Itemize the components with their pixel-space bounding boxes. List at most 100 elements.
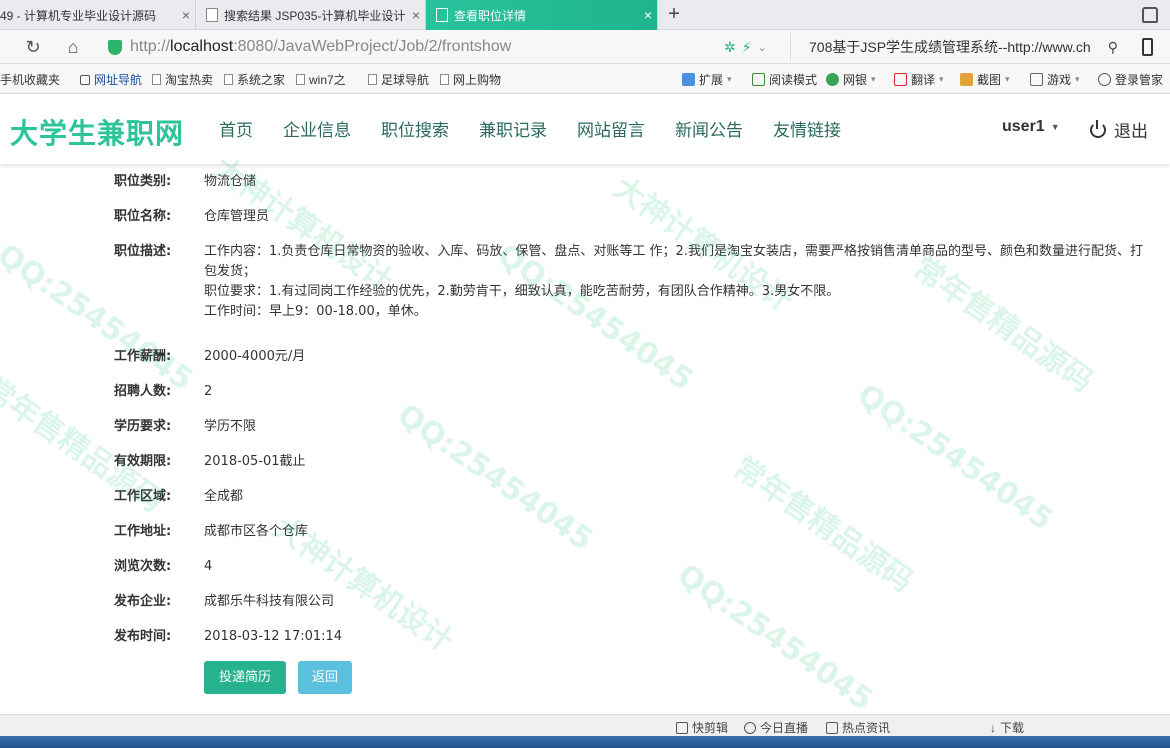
nav-news[interactable]: 新闻公告	[675, 116, 743, 141]
field-label: 职位描述:	[114, 244, 172, 259]
chevron-down-icon: ▾	[939, 74, 944, 84]
bookmark-item[interactable]: 网上购物	[440, 71, 501, 88]
address-bar[interactable]: http://localhost:8080/JavaWebProject/Job…	[102, 33, 776, 61]
tool-games[interactable]: 游戏 ▾	[1030, 71, 1080, 88]
detail-row-publish-time: 发布时间: 2018-03-12 17:01:14	[114, 627, 342, 647]
chevron-down-icon: ▾	[727, 74, 732, 84]
action-buttons: 投递简历 返回	[204, 661, 352, 694]
status-label: 下载	[1000, 721, 1025, 735]
nav-job-search[interactable]: 职位搜索	[381, 116, 449, 141]
detail-row-category: 职位类别: 物流仓储	[114, 172, 256, 192]
power-icon	[1090, 119, 1106, 138]
phone-icon[interactable]	[1142, 38, 1153, 56]
document-icon	[224, 74, 233, 85]
status-quick-cut[interactable]: 快剪辑	[676, 719, 728, 736]
status-hot-news[interactable]: 热点资讯	[826, 719, 890, 736]
download-icon: ↓	[990, 720, 996, 735]
bookmark-label: 手机收藏夹	[0, 73, 61, 87]
logout-button[interactable]: 退出	[1090, 117, 1148, 142]
field-value: 4	[204, 559, 213, 574]
reload-icon[interactable]: ↻	[22, 36, 44, 58]
submit-resume-button[interactable]: 投递简历	[204, 661, 286, 694]
tool-bank[interactable]: 网银 ▾	[826, 71, 876, 88]
detail-row-salary: 工作薪酬: 2000-4000元/月	[114, 347, 305, 367]
field-value: 2018-03-12 17:01:14	[204, 629, 343, 644]
tool-label: 翻译	[911, 73, 936, 87]
job-detail: 职位类别: 物流仓储 职位名称: 仓库管理员 职位描述: 工作内容：1.负责仓库…	[0, 164, 1170, 714]
bookmark-label: 淘宝热卖	[165, 73, 214, 87]
tool-reading-mode[interactable]: 阅读模式	[752, 71, 817, 88]
bookmark-item[interactable]: win7之	[296, 71, 346, 88]
field-value: 成都乐牛科技有限公司	[204, 594, 335, 609]
tool-label: 游戏	[1047, 73, 1072, 87]
status-download[interactable]: ↓ 下载	[990, 719, 1024, 736]
status-label: 快剪辑	[692, 721, 729, 735]
close-icon[interactable]: ×	[177, 7, 195, 23]
tool-screenshot[interactable]: 截图 ▾	[960, 71, 1010, 88]
status-label: 今日直播	[760, 721, 809, 735]
status-live[interactable]: 今日直播	[744, 719, 808, 736]
logout-label: 退出	[1114, 122, 1148, 142]
field-value: 工作内容：1.负责仓库日常物资的验收、入库、码放、保管、盘点、对账等工 作；2.…	[204, 242, 1149, 322]
tool-extensions[interactable]: 扩展 ▾	[682, 71, 732, 88]
tool-label: 扩展	[699, 73, 724, 87]
detail-row-description: 职位描述: 工作内容：1.负责仓库日常物资的验收、入库、码放、保管、盘点、对账等…	[114, 242, 1149, 322]
tab-label: 查看职位详情	[454, 8, 527, 23]
detail-row-area: 工作区域: 全成都	[114, 487, 243, 507]
tool-label: 网银	[843, 73, 868, 87]
description-line: 职位要求：1.有过同岗工作经验的优先，2.勤劳肯干，细致认真，能吃苦耐劳，有团队…	[204, 284, 840, 299]
description-line: 工作内容：1.负责仓库日常物资的验收、入库、码放、保管、盘点、对账等工 作；2.…	[204, 244, 1143, 279]
nav-companies[interactable]: 企业信息	[283, 116, 351, 141]
document-icon	[368, 74, 377, 85]
description-line: 工作时间：早上9：00-18.00，单休。	[204, 304, 427, 319]
skin-icon[interactable]	[1142, 7, 1158, 23]
back-button[interactable]: 返回	[298, 661, 352, 694]
nav-links[interactable]: 友情链接	[773, 116, 841, 141]
field-label: 招聘人数:	[114, 384, 172, 399]
nav-job-records[interactable]: 兼职记录	[479, 116, 547, 141]
field-label: 学历要求:	[114, 419, 172, 434]
bookmark-item[interactable]: 系统之家	[224, 71, 285, 88]
tab-source-code[interactable]: 49 - 计算机专业毕业设计源码 ×	[0, 0, 196, 30]
field-value: 2	[204, 384, 213, 399]
bookmark-item[interactable]: 足球导航	[368, 71, 429, 88]
field-value: 全成都	[204, 489, 244, 504]
detail-row-headcount: 招聘人数: 2	[114, 382, 212, 402]
tool-translate[interactable]: 翻译 ▾	[894, 71, 944, 88]
status-label: 热点资讯	[842, 721, 891, 735]
bookmark-item[interactable]: 网址导航	[80, 71, 142, 88]
user-dropdown[interactable]: user1 ▼	[1002, 118, 1060, 136]
tool-login-manager[interactable]: 登录管家	[1098, 71, 1163, 88]
nav-messages[interactable]: 网站留言	[577, 116, 645, 141]
search-input[interactable]: 708基于JSP学生成绩管理系统--http://www.ch ⚲	[790, 33, 1126, 61]
close-icon[interactable]: ×	[407, 7, 425, 23]
tab-label: 搜索结果 JSP035-计算机毕业设计	[224, 8, 406, 23]
browser-nav-bar: ↻ ⌂ http://localhost:8080/JavaWebProject…	[0, 30, 1170, 64]
field-value: 仓库管理员	[204, 209, 270, 224]
chevron-down-icon[interactable]: ⌄	[758, 41, 767, 54]
document-icon	[296, 74, 305, 85]
field-label: 工作薪酬:	[114, 349, 172, 364]
home-icon[interactable]: ⌂	[62, 36, 84, 58]
url-prefix: http://	[130, 38, 171, 55]
scissors-icon	[960, 73, 973, 86]
field-label: 发布时间:	[114, 629, 172, 644]
close-icon[interactable]: ×	[639, 7, 657, 23]
field-label: 职位类别:	[114, 174, 172, 189]
lightning-icon[interactable]: ⚡	[742, 39, 752, 56]
tab-search-results[interactable]: 搜索结果 JSP035-计算机毕业设计 ×	[196, 0, 426, 30]
grid-icon	[682, 73, 695, 86]
bookmark-label: 足球导航	[381, 73, 430, 87]
browser-tab-bar: 49 - 计算机专业毕业设计源码 × 搜索结果 JSP035-计算机毕业设计 ×…	[0, 0, 1170, 30]
refresh-circle-icon[interactable]: ✲	[724, 39, 736, 56]
nav-home[interactable]: 首页	[219, 116, 253, 141]
os-taskbar	[0, 736, 1170, 748]
search-icon[interactable]: ⚲	[1108, 39, 1118, 56]
tab-job-detail[interactable]: 查看职位详情 ×	[426, 0, 658, 30]
field-value: 成都市区各个仓库	[204, 524, 309, 539]
new-tab-button[interactable]: +	[664, 4, 684, 26]
bookmark-item[interactable]: 淘宝热卖	[152, 71, 213, 88]
site-logo[interactable]: 大学生兼职网	[10, 112, 184, 152]
browser-status-bar: 快剪辑 今日直播 热点资讯 ↓ 下载	[0, 714, 1170, 736]
bookmark-item[interactable]: 手机收藏夹	[0, 71, 60, 88]
